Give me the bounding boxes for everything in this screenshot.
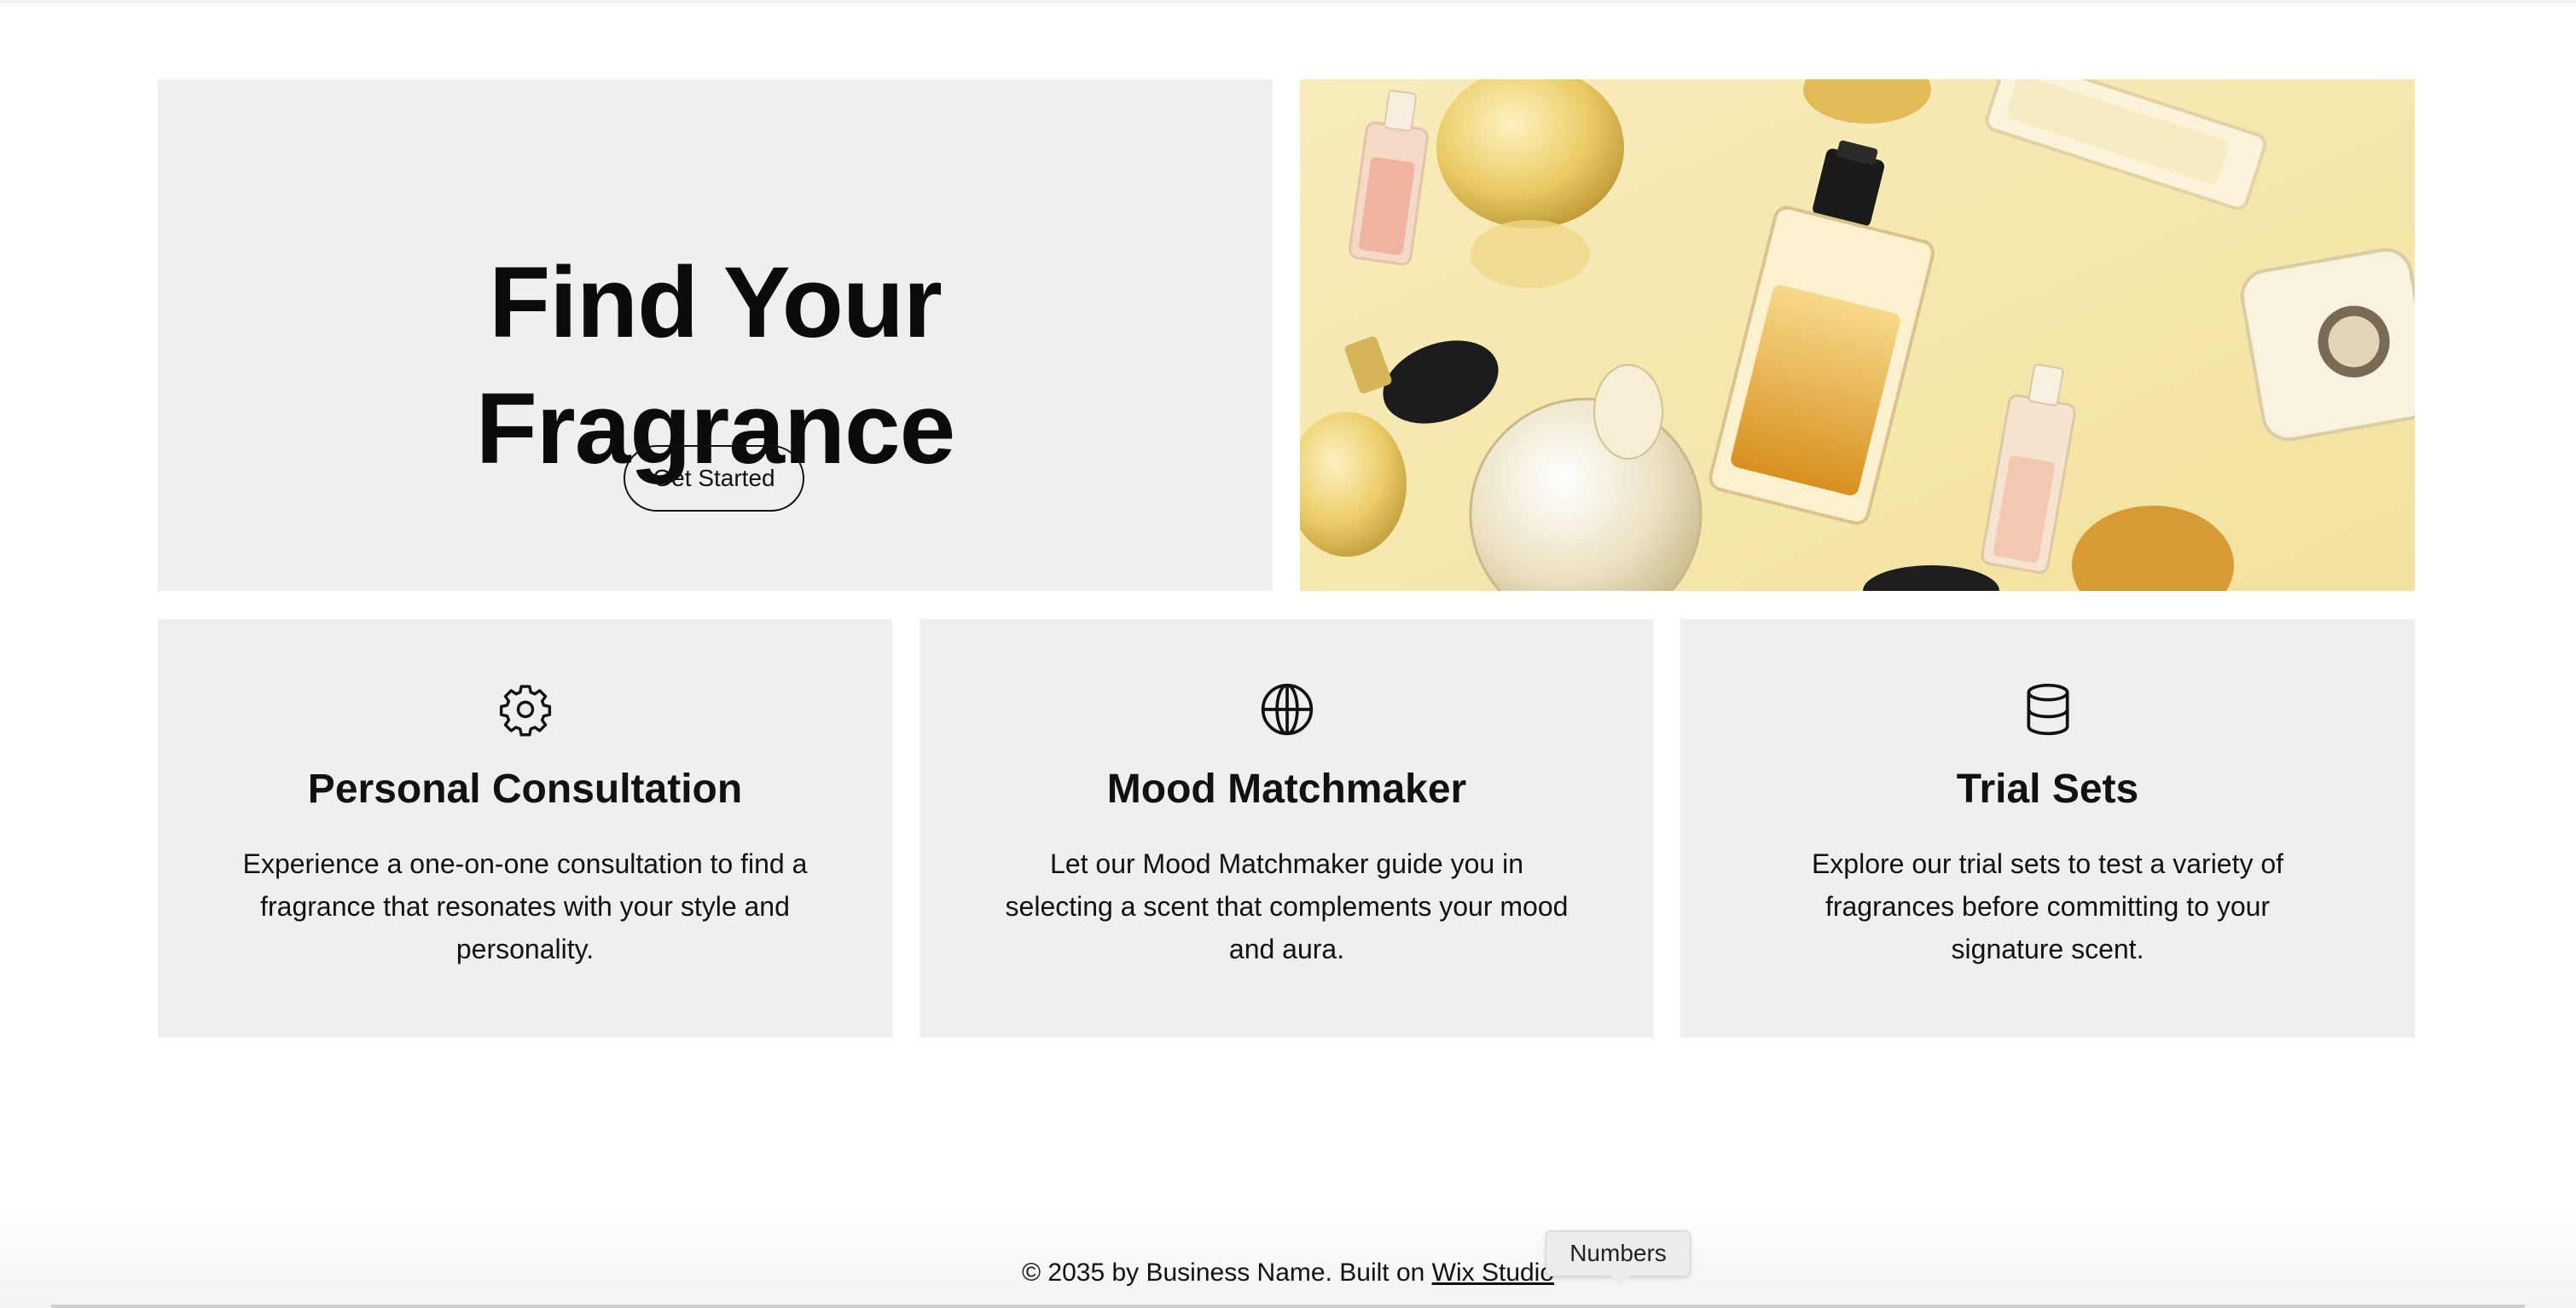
hero-image-perfume-bottles bbox=[1300, 79, 2415, 591]
hero-title-line-1: Find Your bbox=[489, 246, 943, 359]
feature-description-line: fragrances before committing to your bbox=[1825, 891, 2271, 922]
feature-cards: Personal Consultation Experience a one-o… bbox=[0, 619, 2576, 1038]
feature-description-line: selecting a scent that complements your … bbox=[1005, 891, 1569, 922]
globe-icon bbox=[920, 680, 1654, 738]
feature-title: Trial Sets bbox=[1956, 767, 2139, 812]
footer-divider bbox=[51, 1305, 2525, 1308]
feature-description-line: Experience a one-on-one consultation to … bbox=[242, 848, 808, 879]
feature-description-line: signature scent. bbox=[1951, 934, 2144, 964]
feature-description-line: and aura. bbox=[1228, 934, 1345, 964]
feature-description: Experience a one-on-one consultation to … bbox=[226, 842, 824, 970]
database-icon bbox=[1680, 680, 2415, 738]
feature-title: Mood Matchmaker bbox=[1106, 767, 1467, 812]
get-started-button[interactable]: Get Started bbox=[624, 445, 804, 512]
feature-description-line: Explore our trial sets to test a variety… bbox=[1811, 848, 2284, 879]
wix-studio-link[interactable]: Wix Studio bbox=[1432, 1259, 1554, 1287]
feature-description-line: fragrance that resonates with your style… bbox=[260, 891, 790, 922]
feature-title: Personal Consultation bbox=[307, 767, 743, 812]
feature-description-line: Let our Mood Matchmaker guide you in bbox=[1050, 848, 1523, 879]
feature-description-line: personality. bbox=[455, 934, 595, 964]
feature-card-personal-consultation: Personal Consultation Experience a one-o… bbox=[158, 619, 892, 1038]
hero-panel: Find Your Fragrance Get Started bbox=[158, 79, 1273, 591]
feature-description: Let our Mood Matchmaker guide you in sel… bbox=[988, 842, 1586, 970]
feature-card-mood-matchmaker: Mood Matchmaker Let our Mood Matchmaker … bbox=[920, 619, 1654, 1038]
gear-icon bbox=[158, 680, 892, 738]
feature-description: Explore our trial sets to test a variety… bbox=[1749, 842, 2347, 970]
tooltip: Numbers bbox=[1546, 1230, 1691, 1288]
footer-copyright: © 2035 by Business Name. Built on bbox=[1021, 1259, 1425, 1287]
footer: © 2035 by Business Name. Built on Wix St… bbox=[0, 1259, 2576, 1288]
feature-card-trial-sets: Trial Sets Explore our trial sets to tes… bbox=[1680, 619, 2415, 1038]
top-bar bbox=[0, 0, 2576, 9]
